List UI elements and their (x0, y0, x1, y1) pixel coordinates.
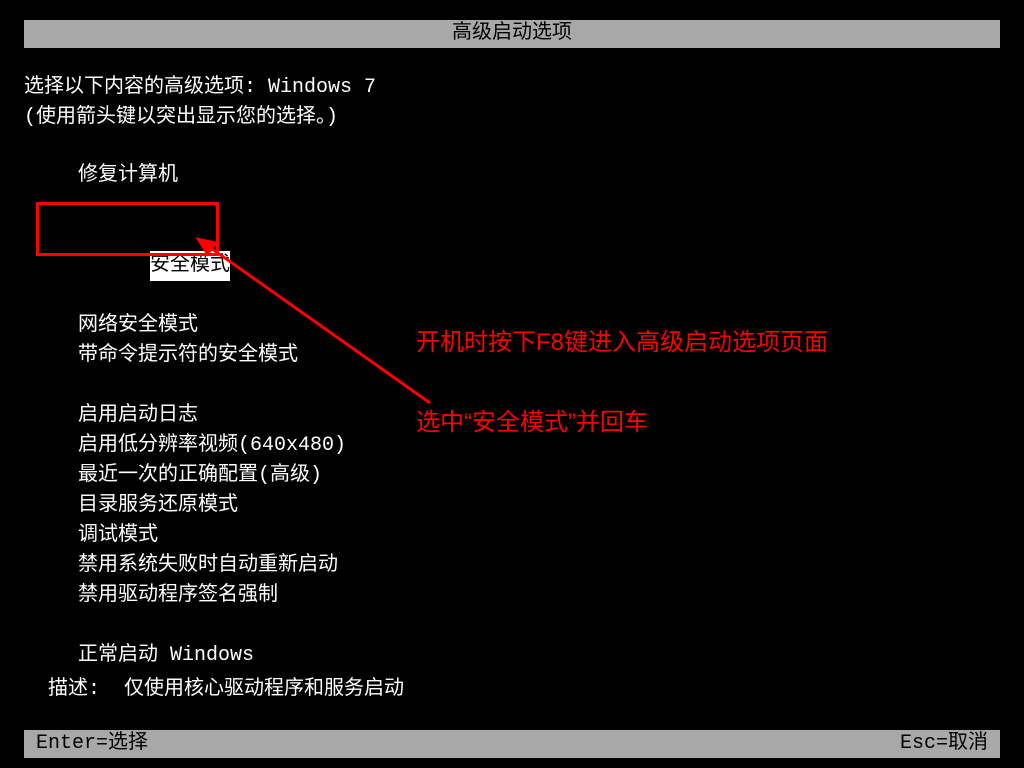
menu-item-boot-log[interactable]: 启用启动日志 (78, 401, 1000, 431)
boot-menu[interactable]: 修复计算机 安全模式 网络安全模式 带命令提示符的安全模式 启用启动日志 启用低… (78, 161, 1000, 671)
prompt-line-2: (使用箭头键以突出显示您的选择。) (24, 103, 1000, 133)
menu-item-debug[interactable]: 调试模式 (78, 521, 1000, 551)
menu-item-safe-mode-network[interactable]: 网络安全模式 (78, 311, 1000, 341)
menu-item-last-known-good[interactable]: 最近一次的正确配置(高级) (78, 461, 1000, 491)
selected-highlight: 安全模式 (150, 251, 230, 281)
footer-bar: Enter=选择 Esc=取消 (24, 730, 1000, 758)
menu-item-safe-mode-cmd[interactable]: 带命令提示符的安全模式 (78, 341, 1000, 371)
description-line-1: 仅使用核心驱动程序和服务启动 (124, 678, 404, 701)
content-area: 选择以下内容的高级选项: Windows 7 (使用箭头键以突出显示您的选择。)… (24, 73, 1000, 671)
menu-item-disable-auto-restart[interactable]: 禁用系统失败时自动重新启动 (78, 551, 1000, 581)
title-text: 高级启动选项 (452, 22, 572, 45)
menu-item-disable-driver-sig[interactable]: 禁用驱动程序签名强制 (78, 581, 1000, 611)
menu-item-safe-mode[interactable]: 安全模式 (78, 221, 1000, 311)
footer-esc-hint: Esc=取消 (900, 730, 988, 758)
prompt-line-1: 选择以下内容的高级选项: Windows 7 (24, 73, 1000, 103)
menu-item-low-res[interactable]: 启用低分辨率视频(640x480) (78, 431, 1000, 461)
footer-enter-hint: Enter=选择 (36, 730, 148, 758)
title-bar: 高级启动选项 (24, 20, 1000, 48)
description-label: 描述: (48, 678, 100, 701)
menu-item-ds-restore[interactable]: 目录服务还原模式 (78, 491, 1000, 521)
menu-item-repair[interactable]: 修复计算机 (78, 161, 1000, 191)
